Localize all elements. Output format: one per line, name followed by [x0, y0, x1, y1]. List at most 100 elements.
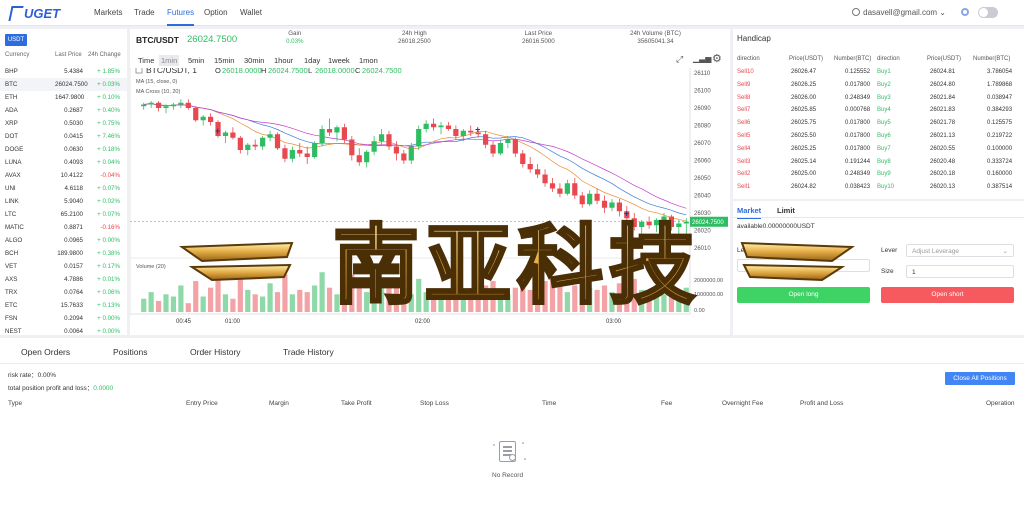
- market-row[interactable]: NEST 0.0064 + 0.00%: [0, 325, 127, 338]
- x-tick-label: 02:00: [415, 319, 431, 325]
- interval-1mon[interactable]: 1mon: [357, 55, 380, 66]
- tab-open-orders[interactable]: Open Orders: [21, 347, 70, 357]
- interval-15min[interactable]: 15min: [212, 55, 236, 66]
- volume-label: 24h Volume (BTC): [630, 30, 681, 37]
- market-row[interactable]: ALGO 0.0965 + 0.00%: [0, 234, 127, 247]
- nav-markets[interactable]: Markets: [94, 0, 122, 26]
- candle-body: [386, 134, 392, 147]
- market-row[interactable]: BCH 189.9800 + 0.38%: [0, 247, 127, 260]
- market-row[interactable]: BTC 26024.7500 + 0.03%: [0, 78, 127, 91]
- sell-number: 0.017800: [845, 145, 871, 152]
- candle-body: [334, 127, 340, 133]
- open-short-button[interactable]: Open short: [881, 287, 1014, 303]
- market-row[interactable]: DOT 0.0415 + 7.46%: [0, 130, 127, 143]
- candle-body: [200, 116, 206, 121]
- handicap-row[interactable]: Sell5 26025.50 0.017800 Buy6 26021.13 0.21972…: [733, 133, 1024, 146]
- candlestick-chart[interactable]: 26110 26100 26090 26080 26070 26060 26050 26040…: [130, 68, 730, 330]
- market-row[interactable]: BHP 5.4384 + 1.85%: [0, 65, 127, 78]
- buy-price: 26020.48: [930, 158, 956, 165]
- tab-order-history[interactable]: Order History: [190, 347, 241, 357]
- volume-bar: [393, 281, 400, 312]
- market-row[interactable]: VET 0.0157 + 0.17%: [0, 260, 127, 273]
- tab-limit[interactable]: Limit: [777, 206, 795, 215]
- market-row[interactable]: FSN 0.2094 + 0.00%: [0, 312, 127, 325]
- market-currency: BHP: [5, 68, 18, 75]
- market-row[interactable]: MATIC 0.8871 -0.16%: [0, 221, 127, 234]
- market-change: + 0.13%: [97, 302, 120, 309]
- market-row[interactable]: TRX 0.0764 + 0.06%: [0, 286, 127, 299]
- buy-price: 26021.84: [930, 94, 956, 101]
- interval-1hour[interactable]: 1hour: [272, 55, 295, 66]
- handicap-row[interactable]: Sell8 26026.00 0.248349 Buy3 26021.84 0.03894…: [733, 95, 1024, 108]
- empty-document-icon: [499, 441, 516, 462]
- settings-gear-icon[interactable]: [961, 8, 969, 16]
- market-row[interactable]: LTC 65.2100 + 0.07%: [0, 208, 127, 221]
- handicap-row[interactable]: Sell10 26026.47 0.125552 Buy1 26024.81 3.7860…: [733, 69, 1024, 82]
- tab-trade-history[interactable]: Trade History: [283, 347, 334, 357]
- last-price-label: Last Price: [524, 30, 553, 37]
- col-margin: Margin: [269, 400, 289, 407]
- nav-option[interactable]: Option: [204, 0, 228, 26]
- handicap-row[interactable]: Sell9 26026.25 0.017800 Buy2 26024.80 1.78986…: [733, 82, 1024, 95]
- handicap-row[interactable]: Sell6 26025.75 0.017800 Buy5 26021.78 0.12557…: [733, 120, 1024, 133]
- handicap-row[interactable]: Sell2 26025.00 0.248349 Buy9 26020.18 0.16000…: [733, 171, 1024, 184]
- fullscreen-icon[interactable]: ⤢: [676, 54, 683, 65]
- left-size-field[interactable]: [737, 259, 870, 272]
- market-row[interactable]: DOGE 0.0630 + 0.18%: [0, 143, 127, 156]
- open-long-button[interactable]: Open long: [737, 287, 870, 303]
- market-row[interactable]: ETH 1647.9800 + 0.10%: [0, 91, 127, 104]
- interval-1min[interactable]: 1min: [159, 55, 180, 66]
- market-row[interactable]: LINK 5.9040 + 0.02%: [0, 195, 127, 208]
- candle-body: [185, 102, 191, 108]
- ohlc-value: 26018.0000: [222, 68, 262, 75]
- leverage-select[interactable]: Adjust Leverage ⌄: [906, 244, 1014, 257]
- volume-bar: [245, 289, 251, 312]
- market-row[interactable]: UNI 4.6118 + 0.07%: [0, 182, 127, 195]
- interval-30min[interactable]: 30min: [242, 55, 266, 66]
- total-pl-value: 0.0000: [93, 385, 114, 392]
- market-row[interactable]: ADA 0.2687 + 0.40%: [0, 104, 127, 117]
- ma-indicator-label: MA (15, close, 0): [136, 79, 177, 85]
- user-email: dasavell@gmail.com: [863, 8, 938, 17]
- indicator-icon[interactable]: ▁▃▅: [693, 54, 711, 63]
- volume-bar: [319, 272, 325, 312]
- market-currency: TRX: [5, 289, 18, 296]
- nav-trade[interactable]: Trade: [134, 0, 155, 26]
- handicap-row[interactable]: Sell3 26025.14 0.191244 Buy8 26020.48 0.33372…: [733, 159, 1024, 172]
- user-menu[interactable]: dasavell@gmail.com ⌄: [852, 0, 946, 26]
- interval-1day[interactable]: 1day: [302, 55, 322, 66]
- market-currency: LUNA: [5, 159, 22, 166]
- usdt-tab[interactable]: USDT: [5, 34, 27, 46]
- signal-marker: +: [624, 208, 629, 218]
- market-row[interactable]: ETC 15.7633 + 0.13%: [0, 299, 127, 312]
- market-currency: VET: [5, 263, 18, 270]
- candle-body: [505, 139, 511, 143]
- interval-5min[interactable]: 5min: [186, 55, 206, 66]
- interval-1week[interactable]: 1week: [326, 55, 352, 66]
- handicap-title: Handicap: [737, 34, 771, 43]
- volume-bar: [438, 298, 444, 312]
- tab-positions[interactable]: Positions: [113, 347, 148, 357]
- user-icon: [852, 8, 861, 16]
- size-input[interactable]: 1: [906, 265, 1014, 278]
- handicap-row[interactable]: Sell7 26025.85 0.000768 Buy4 26021.83 0.38429…: [733, 107, 1024, 120]
- close-all-positions-button[interactable]: Close All Positions: [945, 372, 1015, 385]
- buy-price: 26021.13: [930, 133, 956, 139]
- chart-settings-gear-icon[interactable]: ⚙: [712, 52, 722, 65]
- candle-body: [393, 146, 400, 154]
- logo[interactable]: UGET: [8, 4, 60, 22]
- theme-toggle[interactable]: [978, 7, 998, 18]
- market-row[interactable]: AXS 4.7886 + 0.01%: [0, 273, 127, 286]
- handicap-row[interactable]: Sell4 26025.25 0.017800 Buy7 26020.55 0.10000…: [733, 146, 1024, 159]
- market-row[interactable]: LUNA 0.4093 + 0.04%: [0, 156, 127, 169]
- nav-wallet[interactable]: Wallet: [240, 0, 262, 26]
- market-currency: XRP: [5, 120, 18, 127]
- col-stop-loss: Stop Loss: [420, 400, 449, 407]
- market-row[interactable]: XRP 0.5030 + 0.75%: [0, 117, 127, 130]
- market-currency: DOGE: [5, 146, 24, 153]
- buy-price: 26021.78: [930, 120, 956, 127]
- volume-bar: [475, 294, 481, 312]
- handicap-row[interactable]: Sell1 26024.82 0.038423 Buy10 26020.13 0.3875…: [733, 184, 1024, 197]
- market-row[interactable]: AVAX 10.4122 -0.04%: [0, 169, 127, 182]
- nav-futures[interactable]: Futures: [167, 0, 195, 26]
